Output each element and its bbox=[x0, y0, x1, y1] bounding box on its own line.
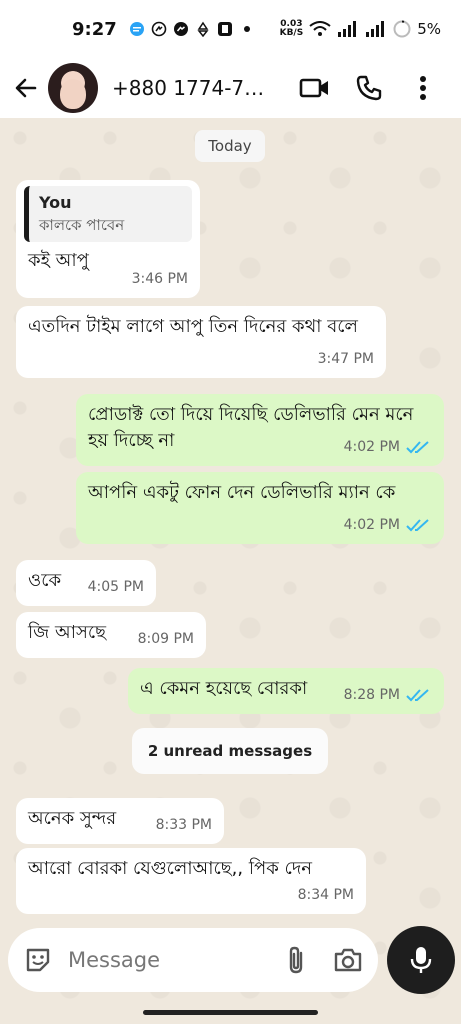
system-nav-bar bbox=[0, 1000, 461, 1024]
phone-icon bbox=[356, 75, 382, 101]
network-speed: 0.03 KB/S bbox=[279, 19, 304, 38]
camera-icon bbox=[334, 948, 362, 972]
chat-area[interactable]: Today You কালকে পাবেন কই আপু 3:46 PM এতদ… bbox=[0, 118, 461, 1000]
notification-icons bbox=[129, 21, 280, 37]
message-time: 8:09 PM bbox=[137, 631, 194, 647]
double-check-icon bbox=[406, 441, 429, 454]
more-options-button[interactable] bbox=[407, 72, 439, 104]
messenger-icon bbox=[173, 22, 188, 36]
avatar[interactable] bbox=[48, 63, 98, 113]
message-outgoing[interactable]: আপনি একটু ফোন দেন ডেলিভারি ম্যান কে 4:02… bbox=[76, 472, 444, 544]
message-time: 8:34 PM bbox=[297, 887, 354, 903]
quote-text: কালকে পাবেন bbox=[39, 216, 125, 234]
dot-icon bbox=[243, 26, 250, 32]
battery-icon bbox=[393, 20, 411, 38]
more-vert-icon bbox=[420, 76, 426, 100]
message-incoming[interactable]: এতদিন টাইম লাগে আপু তিন দিনের কথা বলে 3:… bbox=[16, 306, 386, 378]
voice-record-button[interactable] bbox=[387, 926, 455, 994]
attach-button[interactable] bbox=[280, 944, 312, 976]
back-button[interactable] bbox=[6, 68, 46, 108]
message-time: 3:46 PM bbox=[131, 271, 188, 287]
video-call-button[interactable] bbox=[299, 72, 331, 104]
header-actions bbox=[299, 72, 439, 104]
message-outgoing[interactable]: প্রোডাক্ট তো দিয়ে দিয়েছি ডেলিভারি মেন … bbox=[76, 394, 444, 466]
message-time: 4:02 PM bbox=[344, 512, 432, 538]
message-input[interactable] bbox=[68, 948, 248, 972]
message-time: 8:33 PM bbox=[155, 817, 212, 833]
message-text: আরো বোরকা যেগুলোআছে,, পিক দেন bbox=[28, 858, 313, 879]
status-time: 9:27 bbox=[72, 18, 117, 40]
message-incoming[interactable]: জি আসছে 8:09 PM bbox=[16, 612, 206, 658]
message-text: এতদিন টাইম লাগে আপু তিন দিনের কথা বলে bbox=[28, 316, 358, 337]
quote-author: You bbox=[39, 193, 72, 212]
video-camera-icon bbox=[299, 78, 328, 98]
chat-header: +880 1774-70... bbox=[0, 58, 461, 118]
app-icon bbox=[217, 22, 232, 36]
unread-messages-chip: 2 unread messages bbox=[132, 728, 328, 774]
message-composer bbox=[8, 928, 378, 992]
quoted-reply[interactable]: You কালকে পাবেন bbox=[24, 186, 192, 242]
sticker-emoji-icon bbox=[26, 948, 50, 972]
message-incoming[interactable]: ওকে 4:05 PM bbox=[16, 560, 156, 606]
emoji-button[interactable] bbox=[22, 944, 54, 976]
message-incoming[interactable]: You কালকে পাবেন কই আপু 3:46 PM bbox=[16, 180, 200, 298]
status-right: 0.03 KB/S 5% bbox=[279, 19, 441, 39]
message-text: আপনি একটু ফোন দেন ডেলিভারি ম্যান কে bbox=[88, 482, 396, 503]
message-incoming[interactable]: অনেক সুন্দর 8:33 PM bbox=[16, 798, 224, 844]
home-gesture-handle[interactable] bbox=[143, 1010, 318, 1015]
signal-icon bbox=[338, 21, 357, 37]
wifi-icon bbox=[309, 21, 331, 36]
double-check-icon bbox=[406, 519, 429, 532]
signal-icon-2 bbox=[366, 21, 385, 37]
arrow-left-icon bbox=[15, 78, 37, 98]
messenger-outline-icon bbox=[151, 21, 167, 37]
message-time: 4:02 PM bbox=[344, 434, 432, 460]
message-outgoing[interactable]: এ কেমন হয়েছে বোরকা 8:28 PM bbox=[128, 668, 444, 714]
double-check-icon bbox=[406, 689, 429, 702]
contact-name[interactable]: +880 1774-70... bbox=[112, 76, 272, 100]
voice-call-button[interactable] bbox=[353, 72, 385, 104]
status-bar: 9:27 0.03 KB/S 5% bbox=[0, 0, 461, 58]
battery-level: 5% bbox=[417, 20, 441, 38]
recycle-icon bbox=[197, 21, 209, 37]
message-time: 4:05 PM bbox=[87, 579, 144, 595]
camera-button[interactable] bbox=[332, 944, 364, 976]
message-time: 8:28 PM bbox=[344, 682, 432, 708]
microphone-icon bbox=[410, 947, 432, 973]
paperclip-icon bbox=[289, 946, 303, 974]
composer-actions bbox=[280, 944, 364, 976]
message-time: 3:47 PM bbox=[317, 351, 374, 367]
chat-bubble-icon bbox=[129, 22, 144, 36]
date-chip: Today bbox=[195, 130, 265, 162]
message-incoming[interactable]: আরো বোরকা যেগুলোআছে,, পিক দেন 8:34 PM bbox=[16, 848, 366, 914]
